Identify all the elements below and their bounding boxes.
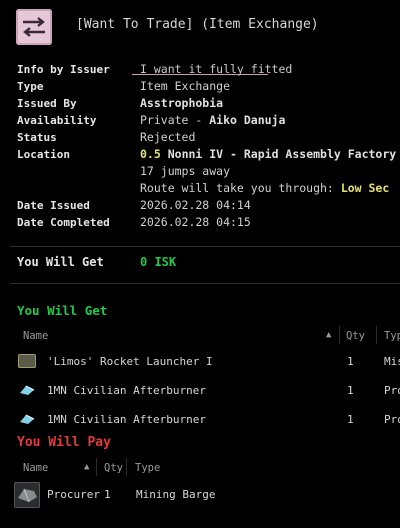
date-completed-value: 2026.02.28 04:15 [140, 215, 251, 229]
sort-arrow-icon[interactable]: ▲ [326, 330, 331, 340]
column-separator [126, 458, 127, 476]
isk-amount: 0 ISK [140, 255, 177, 269]
type-label: Type [17, 80, 44, 93]
date-issued-value: 2026.02.28 04:14 [140, 198, 251, 212]
info-label: Info by Issuer [17, 63, 110, 76]
afterburner-icon [18, 412, 36, 426]
availability-value: Private - Aiko Danuja [140, 113, 285, 127]
issued-by-label: Issued By [17, 97, 77, 110]
contract-exchange-icon [16, 9, 52, 45]
you-will-pay-section-title: You Will Pay [17, 435, 111, 450]
item-name: 'Limos' Rocket Launcher I [47, 355, 213, 368]
item-qty: 1 [347, 413, 354, 426]
status-label: Status [17, 131, 57, 144]
column-header-type[interactable]: Type [135, 462, 160, 474]
you-will-get-section-title: You Will Get [17, 303, 108, 318]
issuer-info-underline [132, 74, 268, 75]
availability-prefix: Private - [140, 113, 210, 127]
location-label: Location [17, 148, 70, 161]
column-separator [96, 458, 97, 476]
route-security: Low Sec [340, 181, 390, 195]
issuer-link[interactable]: Asstrophobia [140, 96, 223, 110]
column-header-qty[interactable]: Qty [346, 330, 365, 342]
item-name: 1MN Civilian Afterburner [47, 384, 206, 397]
column-header-type[interactable]: Typ [384, 330, 400, 342]
list-item[interactable]: 'Limos' Rocket Launcher I 1 Mis [18, 354, 400, 370]
you-will-get-isk-label: You Will Get [17, 255, 104, 269]
item-qty: 1 [347, 355, 354, 368]
contract-title: [Want To Trade] (Item Exchange) [76, 17, 319, 32]
availability-name-link[interactable]: Aiko Danuja [209, 113, 285, 127]
divider [10, 283, 400, 284]
item-name: Procurer [47, 488, 100, 501]
list-item[interactable]: Procurer 1 Mining Barge [14, 482, 400, 508]
item-qty: 1 [347, 384, 354, 397]
date-completed-label: Date Completed [17, 216, 110, 229]
column-separator [339, 326, 340, 344]
divider [10, 246, 400, 247]
location-name: Nonni IV - Rapid Assembly Factory [167, 147, 397, 161]
item-name: 1MN Civilian Afterburner [47, 413, 206, 426]
route-info: Route will take you through: Low Sec [140, 181, 389, 195]
route-text: Route will take you through: [140, 181, 334, 195]
location-link[interactable]: 0.5 Nonni IV - Rapid Assembly Factory [140, 147, 396, 161]
column-header-qty[interactable]: Qty [104, 462, 123, 474]
column-separator [376, 326, 377, 344]
rocket-launcher-icon [18, 354, 36, 368]
item-qty: 1 [104, 488, 111, 501]
date-issued-label: Date Issued [17, 199, 90, 212]
list-item[interactable]: 1MN Civilian Afterburner 1 Pro [18, 412, 400, 428]
afterburner-icon [18, 383, 36, 397]
availability-label: Availability [17, 114, 97, 127]
ship-icon [14, 482, 40, 508]
security-status: 0.5 [140, 147, 161, 161]
status-value: Rejected [140, 130, 196, 144]
list-item[interactable]: 1MN Civilian Afterburner 1 Pro [18, 383, 400, 399]
item-type: Mis [384, 355, 400, 368]
item-type: Pro [384, 384, 400, 397]
item-type: Pro [384, 413, 400, 426]
jumps-value: 17 jumps away [140, 164, 231, 178]
type-value: Item Exchange [140, 79, 231, 93]
item-type: Mining Barge [136, 488, 216, 501]
column-header-name[interactable]: Name [23, 462, 48, 474]
sort-arrow-icon[interactable]: ▲ [84, 462, 89, 472]
column-header-name[interactable]: Name [23, 330, 48, 342]
